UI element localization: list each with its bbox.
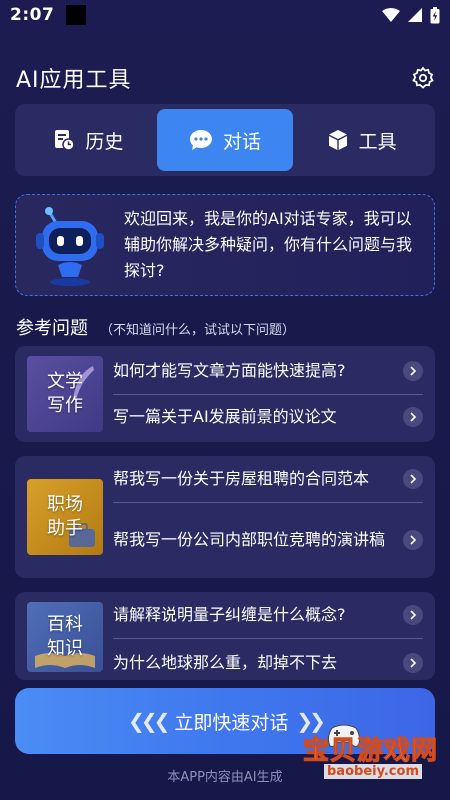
chevron-right-icon xyxy=(403,605,423,625)
section-subtitle: （不知道问什么，试试以下问题） xyxy=(100,323,296,338)
chevrons-right-icon: ❯❯ xyxy=(296,709,325,733)
ai-disclaimer: 本APP内容由AI生成 xyxy=(167,770,283,785)
question-text: 帮我写一份公司内部职位竞聘的演讲稿 xyxy=(113,530,386,549)
divider xyxy=(113,502,423,503)
question-text: 请解释说明量子纠缠是什么概念? xyxy=(113,605,346,624)
chat-bubble-icon xyxy=(190,130,212,150)
category-label: 文学 写作 xyxy=(47,371,83,416)
question-item[interactable]: 如何才能写文章方面能快速提高? xyxy=(113,356,423,386)
divider xyxy=(113,638,423,639)
chevron-right-icon xyxy=(403,530,423,550)
settings-button[interactable] xyxy=(410,65,436,91)
divider xyxy=(113,394,423,395)
question-item[interactable]: 帮我写一份公司内部职位竞聘的演讲稿 xyxy=(113,512,423,568)
question-item[interactable]: 帮我写一份关于房屋租聘的合同范本 xyxy=(113,464,423,494)
chevron-right-icon xyxy=(403,407,423,427)
category-thumb-workplace: 职场 助手 xyxy=(27,479,103,555)
wifi-icon xyxy=(382,8,400,22)
question-text: 帮我写一份关于房屋租聘的合同范本 xyxy=(113,469,370,488)
chevron-right-icon xyxy=(403,653,423,673)
tab-bar: 历史 对话 工具 xyxy=(15,104,435,176)
status-time: 2:07 xyxy=(10,5,55,25)
category-thumb-writing: 文学 写作 xyxy=(27,356,103,432)
tab-chat[interactable]: 对话 xyxy=(156,109,294,171)
reference-questions-heading: 参考问题 （不知道问什么，试试以下问题） xyxy=(16,314,296,339)
status-icons xyxy=(382,6,440,24)
category-thumb-encyclopedia: 百科 知识 xyxy=(27,602,103,672)
category-label: 职场 助手 xyxy=(47,494,83,539)
cube-icon xyxy=(328,130,347,150)
question-text: 写一篇关于AI发展前景的议论文 xyxy=(113,407,337,426)
section-title: 参考问题 xyxy=(16,318,88,339)
tab-history-label: 历史 xyxy=(85,130,124,153)
welcome-message: 欢迎回来，我是你的AI对话专家，我可以辅助你解决多种疑问，你有什么问题与我探讨? xyxy=(124,209,413,280)
tab-chat-label: 对话 xyxy=(223,130,262,153)
tab-history[interactable]: 历史 xyxy=(20,109,157,171)
question-group-workplace: 职场 助手 帮我写一份关于房屋租聘的合同范本 帮我写一份公司内部职位竞聘的演讲稿 xyxy=(15,456,435,578)
tab-tools-label: 工具 xyxy=(358,130,397,153)
question-item[interactable]: 请解释说明量子纠缠是什么概念? xyxy=(113,600,423,630)
page-title: AI应用工具 xyxy=(16,68,132,93)
question-group-encyclopedia: 百科 知识 请解释说明量子纠缠是什么概念? 为什么地球那么重，却掉不下去 xyxy=(15,592,435,680)
notification-icon xyxy=(66,5,87,25)
question-text: 如何才能写文章方面能快速提高? xyxy=(113,361,346,380)
question-text: 为什么地球那么重，却掉不下去 xyxy=(113,653,338,672)
cellular-signal-icon xyxy=(408,8,422,22)
battery-icon xyxy=(430,6,440,23)
history-doc-icon xyxy=(55,130,76,151)
chevrons-left-icon: ❮❮❮ xyxy=(128,709,170,733)
tab-tools[interactable]: 工具 xyxy=(293,109,430,171)
welcome-card: 欢迎回来，我是你的AI对话专家，我可以辅助你解决多种疑问，你有什么问题与我探讨? xyxy=(15,194,435,296)
question-item[interactable]: 为什么地球那么重，却掉不下去 xyxy=(113,648,423,678)
gear-icon xyxy=(412,66,434,89)
question-item[interactable]: 写一篇关于AI发展前景的议论文 xyxy=(113,402,423,432)
quick-chat-label: 立即快速对话 xyxy=(174,711,289,734)
status-bar: 2:07 xyxy=(0,0,450,30)
question-group-writing: 文学 写作 如何才能写文章方面能快速提高? 写一篇关于AI发展前景的议论文 xyxy=(15,346,435,442)
chevron-right-icon xyxy=(403,469,423,489)
quick-chat-button[interactable]: ❮❮❮ 立即快速对话 ❯❯ xyxy=(15,688,435,754)
category-label: 百科 知识 xyxy=(47,614,83,659)
chevron-right-icon xyxy=(403,361,423,381)
app-header: AI应用工具 xyxy=(16,60,436,96)
robot-avatar xyxy=(36,207,104,286)
